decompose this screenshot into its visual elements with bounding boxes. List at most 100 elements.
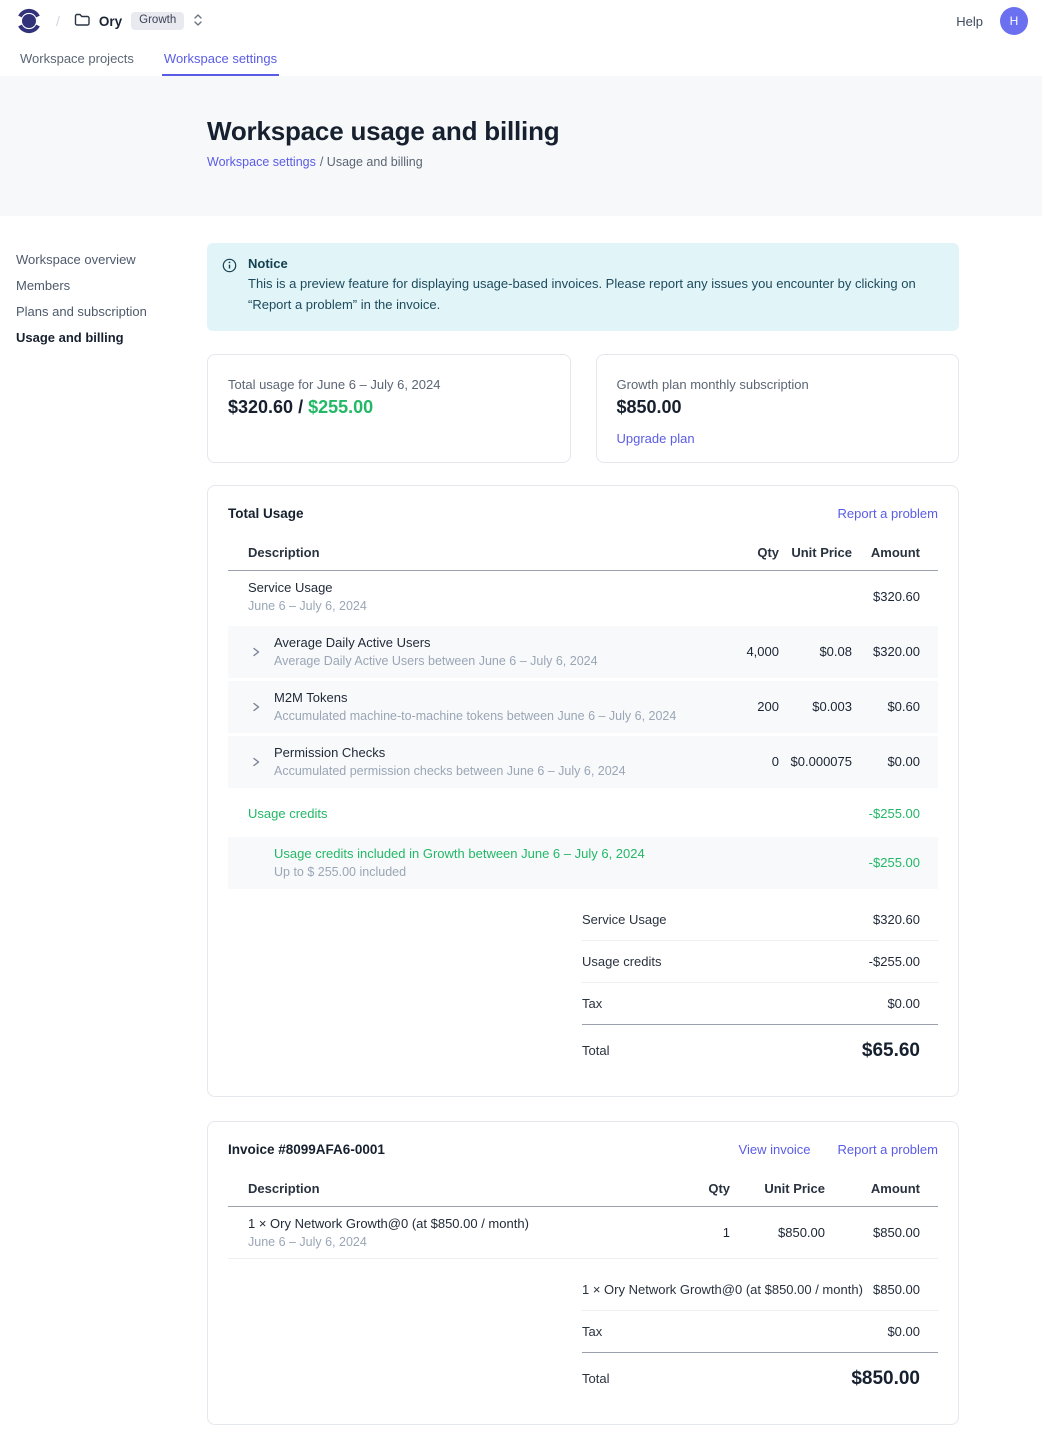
summary-label: Tax: [582, 1324, 602, 1339]
column-qty: Qty: [670, 1181, 730, 1196]
total-usage-card: Total Usage Report a problem Description…: [207, 485, 959, 1097]
workspace-switcher[interactable]: Ory Growth: [74, 12, 203, 30]
summary-value: -$255.00: [869, 954, 920, 969]
summary-value: $0.00: [887, 996, 920, 1011]
breadcrumb-workspace-settings[interactable]: Workspace settings: [207, 155, 316, 169]
row-amount: $320.00: [852, 644, 920, 659]
usage-credit-value: $255.00: [308, 397, 373, 417]
main-content: Notice This is a preview feature for dis…: [207, 216, 959, 1443]
row-amount: $850.00: [825, 1225, 920, 1240]
invoice-title: Invoice #8099AFA6-0001: [228, 1142, 385, 1157]
report-problem-link[interactable]: Report a problem: [838, 506, 938, 521]
summary-value: $850.00: [873, 1282, 920, 1297]
row-title: Average Daily Active Users: [274, 635, 709, 650]
summary-row-total: Total $850.00: [582, 1353, 938, 1400]
summary-row-tax: Tax $0.00: [582, 1311, 938, 1353]
row-amount: $0.60: [852, 699, 920, 714]
plan-amount: $850.00: [617, 397, 939, 418]
summary-row-service-usage: Service Usage $320.60: [582, 899, 938, 941]
usage-summary: Service Usage $320.60 Usage credits -$25…: [582, 899, 938, 1072]
plan-label: Growth plan monthly subscription: [617, 377, 939, 392]
usage-amount: $320.60 / $255.00: [228, 397, 550, 418]
ory-logo[interactable]: [16, 6, 42, 36]
tab-workspace-projects[interactable]: Workspace projects: [18, 42, 136, 76]
chevron-up-down-icon: [193, 13, 203, 30]
summary-label: Service Usage: [582, 912, 667, 927]
row-title: M2M Tokens: [274, 690, 709, 705]
sidebar-item-plans-and-subscription[interactable]: Plans and subscription: [16, 298, 207, 324]
row-period: June 6 – July 6, 2024: [248, 599, 709, 613]
workspace-tabs: Workspace projects Workspace settings: [0, 42, 1042, 76]
summary-label: Total: [582, 1371, 609, 1386]
row-amount: $320.60: [852, 589, 920, 604]
notice-title: Notice: [248, 256, 943, 271]
row-qty: 0: [709, 754, 779, 769]
total-usage-title: Total Usage: [228, 506, 304, 521]
row-unit-price: $0.003: [779, 699, 852, 714]
topbar: / Ory Growth Help H: [0, 0, 1042, 42]
workspace-name: Ory: [99, 14, 122, 29]
view-invoice-link[interactable]: View invoice: [739, 1142, 811, 1157]
row-title: 1 × Ory Network Growth@0 (at $850.00 / m…: [248, 1216, 670, 1231]
column-unit-price: Unit Price: [779, 545, 852, 560]
summary-label: Total: [582, 1043, 609, 1058]
plan-subscription-card: Growth plan monthly subscription $850.00…: [596, 354, 960, 463]
tab-workspace-settings[interactable]: Workspace settings: [162, 42, 279, 76]
summary-label: 1 × Ory Network Growth@0 (at $850.00 / m…: [582, 1282, 863, 1297]
row-note: Up to $ 255.00 included: [274, 865, 709, 879]
table-row-m2m-tokens[interactable]: M2M Tokens Accumulated machine-to-machin…: [228, 681, 938, 733]
summary-label: Usage credits: [582, 954, 661, 969]
row-title: Service Usage: [248, 580, 709, 595]
invoice-card: Invoice #8099AFA6-0001 View invoice Repo…: [207, 1121, 959, 1425]
column-qty: Qty: [709, 545, 779, 560]
notice-body: This is a preview feature for displaying…: [248, 274, 943, 316]
folder-icon: [74, 13, 90, 30]
row-description: Accumulated permission checks between Ju…: [274, 764, 709, 778]
summary-cards: Total usage for June 6 – July 6, 2024 $3…: [207, 354, 959, 463]
row-unit-price: $850.00: [730, 1225, 825, 1240]
breadcrumb-current: / Usage and billing: [320, 155, 423, 169]
chevron-right-icon[interactable]: [248, 702, 264, 712]
column-unit-price: Unit Price: [730, 1181, 825, 1196]
ory-logo-icon: [16, 6, 42, 36]
invoice-line-row: 1 × Ory Network Growth@0 (at $850.00 / m…: [228, 1207, 938, 1259]
usage-separator: /: [293, 397, 308, 417]
info-icon: [222, 258, 237, 316]
invoice-summary: 1 × Ory Network Growth@0 (at $850.00 / m…: [582, 1269, 938, 1400]
help-link[interactable]: Help: [956, 14, 983, 29]
table-row-usage-credits-included: Usage credits included in Growth between…: [228, 837, 938, 889]
upgrade-plan-link[interactable]: Upgrade plan: [617, 431, 695, 446]
page-title: Workspace usage and billing: [207, 116, 1042, 147]
plan-badge: Growth: [131, 12, 184, 30]
row-qty: 200: [709, 699, 779, 714]
row-qty: 4,000: [709, 644, 779, 659]
row-title: Permission Checks: [274, 745, 709, 760]
page-header: Workspace usage and billing Workspace se…: [0, 76, 1042, 216]
chevron-right-icon[interactable]: [248, 757, 264, 767]
table-row-permission-checks[interactable]: Permission Checks Accumulated permission…: [228, 736, 938, 788]
avatar[interactable]: H: [1000, 7, 1028, 35]
breadcrumb-separator: /: [56, 13, 60, 29]
usage-table-header: Description Qty Unit Price Amount: [228, 537, 938, 571]
report-problem-link[interactable]: Report a problem: [838, 1142, 938, 1157]
summary-row-tax: Tax $0.00: [582, 983, 938, 1025]
total-usage-summary-card: Total usage for June 6 – July 6, 2024 $3…: [207, 354, 571, 463]
summary-row-total: Total $65.60: [582, 1025, 938, 1072]
row-unit-price: $0.000075: [779, 754, 852, 769]
sidebar-item-members[interactable]: Members: [16, 272, 207, 298]
table-row-average-daily-active-users[interactable]: Average Daily Active Users Average Daily…: [228, 626, 938, 678]
row-unit-price: $0.08: [779, 644, 852, 659]
chevron-right-icon[interactable]: [248, 647, 264, 657]
sidebar-item-workspace-overview[interactable]: Workspace overview: [16, 246, 207, 272]
summary-row-line: 1 × Ory Network Growth@0 (at $850.00 / m…: [582, 1269, 938, 1311]
invoice-table-header: Description Qty Unit Price Amount: [228, 1173, 938, 1207]
sidebar-item-usage-and-billing[interactable]: Usage and billing: [16, 324, 207, 350]
row-amount: $0.00: [852, 754, 920, 769]
usage-used-value: $320.60: [228, 397, 293, 417]
notice-banner: Notice This is a preview feature for dis…: [207, 243, 959, 331]
breadcrumb: Workspace settings / Usage and billing: [207, 155, 1042, 169]
row-qty: 1: [670, 1225, 730, 1240]
usage-period-label: Total usage for June 6 – July 6, 2024: [228, 377, 550, 392]
row-period: June 6 – July 6, 2024: [248, 1235, 670, 1249]
summary-label: Tax: [582, 996, 602, 1011]
